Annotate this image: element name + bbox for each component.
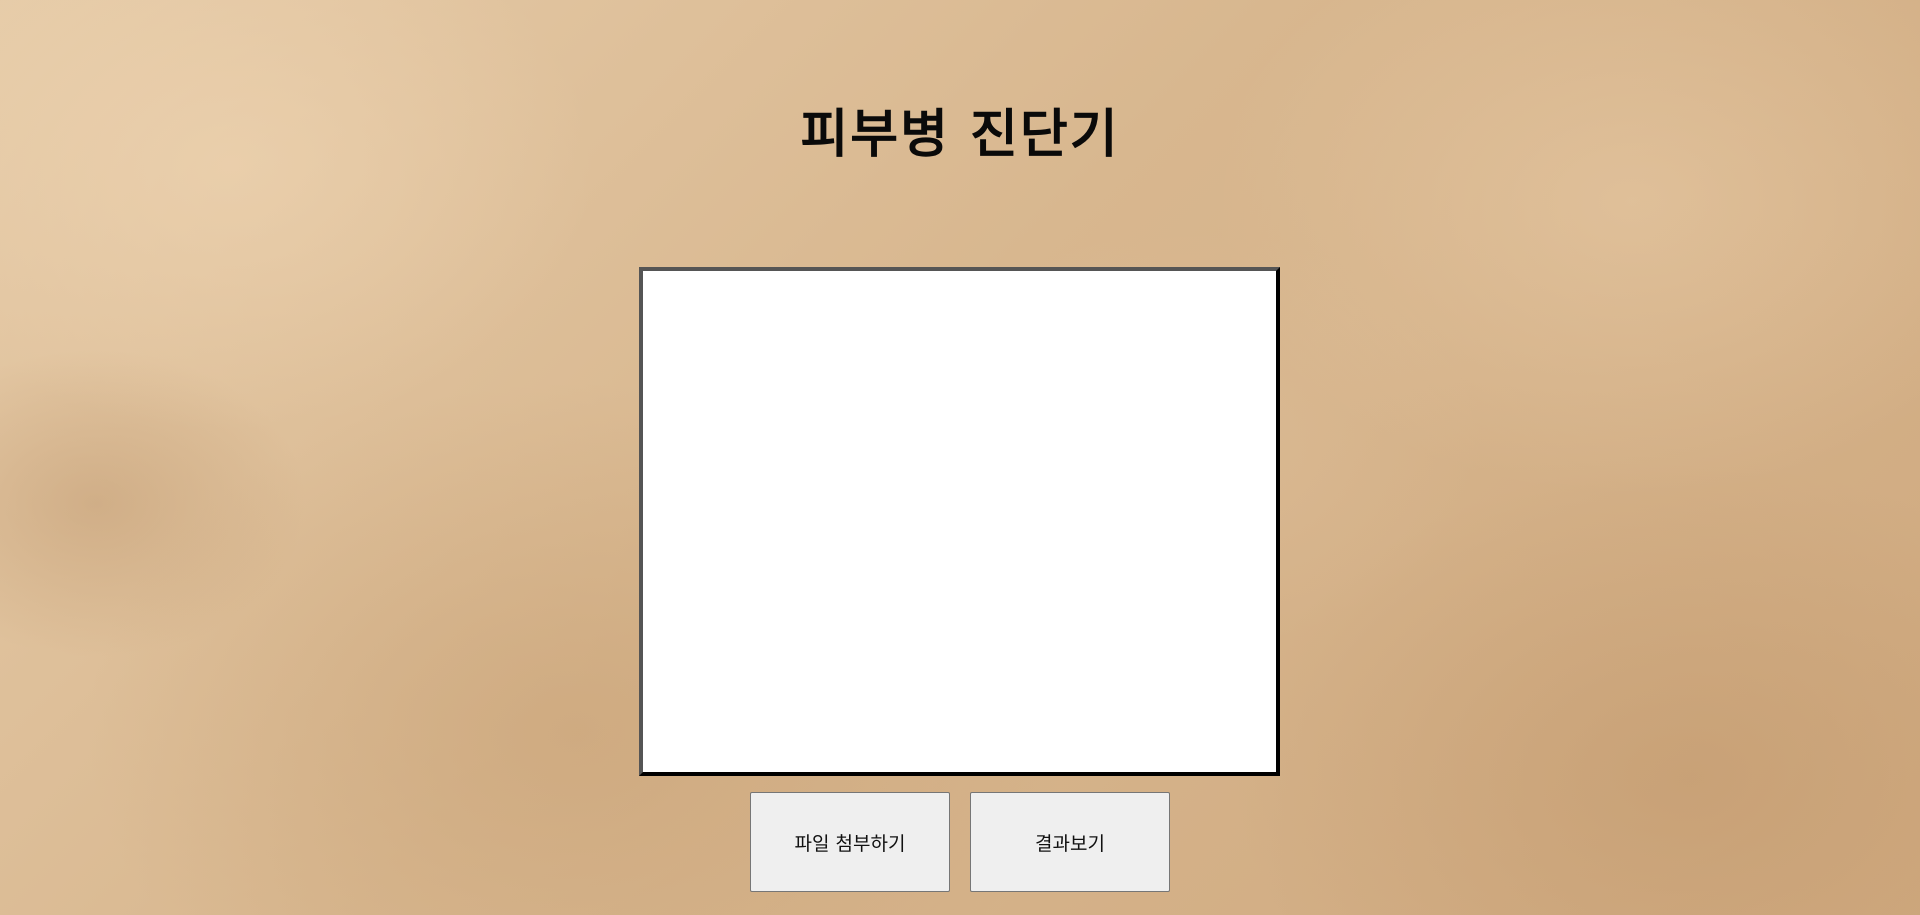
- image-preview-canvas: [639, 267, 1280, 776]
- page-title: 피부병 진단기: [800, 105, 1120, 165]
- view-result-button[interactable]: 결과보기: [970, 792, 1170, 892]
- attach-file-button[interactable]: 파일 첨부하기: [750, 792, 950, 892]
